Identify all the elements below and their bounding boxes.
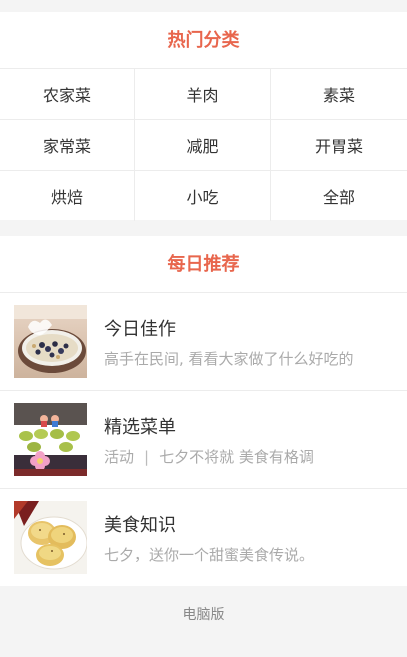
recommend-desc-text: 七夕不将就 美食有格调 bbox=[159, 448, 314, 466]
recommend-desc-menu: 活动 | 七夕不将就 美食有格调 bbox=[104, 446, 389, 467]
desktop-version-link[interactable]: 电脑版 bbox=[0, 604, 407, 624]
category-hongbei[interactable]: 烘焙 bbox=[0, 171, 135, 221]
category-kaiweicai[interactable]: 开胃菜 bbox=[271, 120, 407, 171]
recommend-desc-knowledge: 七夕，送你一个甜蜜美食传说。 bbox=[104, 546, 315, 564]
hot-categories-section: 热门分类 农家菜 羊肉 素菜 家常菜 减肥 开胃菜 烘焙 小吃 全部 bbox=[0, 12, 407, 221]
category-yangrou[interactable]: 羊肉 bbox=[135, 69, 271, 120]
category-xiaochi[interactable]: 小吃 bbox=[135, 171, 271, 221]
recommend-title-today: 今日佳作 bbox=[104, 319, 176, 340]
recommend-item-knowledge[interactable]: 美食知识 七夕，送你一个甜蜜美食传说。 bbox=[0, 489, 407, 587]
recommend-title-menu: 精选菜单 bbox=[104, 417, 176, 438]
daily-recommend-section: 每日推荐 今日佳作 高手在民间, 看看大家做了什么好吃的 精选菜单 活动 | 七… bbox=[0, 236, 407, 586]
recommend-list: 今日佳作 高手在民间, 看看大家做了什么好吃的 精选菜单 活动 | 七夕不将就 … bbox=[0, 293, 407, 587]
category-nongjiacai[interactable]: 农家菜 bbox=[0, 69, 135, 120]
category-sucai[interactable]: 素菜 bbox=[271, 69, 407, 120]
recommend-item-menu[interactable]: 精选菜单 活动 | 七夕不将就 美食有格调 bbox=[0, 391, 407, 489]
yogurt-bowl-image bbox=[14, 305, 87, 378]
mooncake-image bbox=[14, 501, 87, 574]
recommend-desc-tag: 活动 bbox=[104, 448, 135, 466]
footer: 电脑版 bbox=[0, 586, 407, 657]
desc-separator: | bbox=[144, 448, 150, 466]
recommend-title-knowledge: 美食知识 bbox=[104, 515, 176, 536]
category-jiachangcai[interactable]: 家常菜 bbox=[0, 120, 135, 171]
matcha-pastries-image bbox=[14, 403, 87, 476]
hot-categories-title: 热门分类 bbox=[0, 12, 407, 69]
daily-recommend-title: 每日推荐 bbox=[0, 236, 407, 293]
category-all[interactable]: 全部 bbox=[271, 171, 407, 221]
recommend-desc-today: 高手在民间, 看看大家做了什么好吃的 bbox=[104, 350, 354, 368]
recommend-item-today[interactable]: 今日佳作 高手在民间, 看看大家做了什么好吃的 bbox=[0, 293, 407, 391]
category-grid: 农家菜 羊肉 素菜 家常菜 减肥 开胃菜 烘焙 小吃 全部 bbox=[0, 69, 407, 221]
category-jianfei[interactable]: 减肥 bbox=[135, 120, 271, 171]
